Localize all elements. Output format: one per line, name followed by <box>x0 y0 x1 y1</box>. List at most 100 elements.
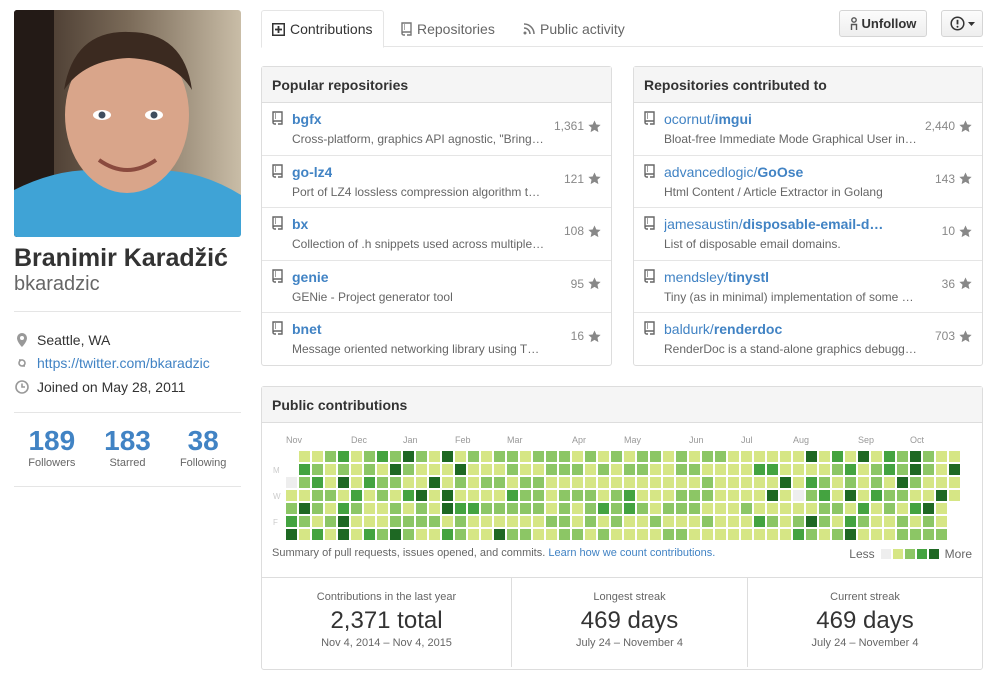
contribution-day[interactable] <box>442 477 453 488</box>
contribution-day[interactable] <box>897 490 908 501</box>
contribution-day[interactable] <box>728 503 739 514</box>
contribution-day[interactable] <box>858 529 869 540</box>
tab-public-activity[interactable]: Public activity <box>513 10 635 47</box>
contribution-day[interactable] <box>754 464 765 475</box>
contribution-day[interactable] <box>364 464 375 475</box>
contribution-day[interactable] <box>494 529 505 540</box>
contribution-day[interactable] <box>741 516 752 527</box>
contribution-day[interactable] <box>845 503 856 514</box>
contribution-day[interactable] <box>676 464 687 475</box>
contribution-day[interactable] <box>364 529 375 540</box>
contribution-day[interactable] <box>455 529 466 540</box>
contribution-day[interactable] <box>572 503 583 514</box>
contribution-day[interactable] <box>871 503 882 514</box>
contribution-day[interactable] <box>832 490 843 501</box>
contribution-day[interactable] <box>910 529 921 540</box>
contribution-day[interactable] <box>364 503 375 514</box>
contribution-day[interactable] <box>416 529 427 540</box>
contribution-day[interactable] <box>416 516 427 527</box>
contribution-day[interactable] <box>429 464 440 475</box>
contribution-day[interactable] <box>416 490 427 501</box>
contribution-day[interactable] <box>728 464 739 475</box>
contribution-day[interactable] <box>663 477 674 488</box>
contribution-day[interactable] <box>728 490 739 501</box>
contribution-day[interactable] <box>429 529 440 540</box>
contribution-day[interactable] <box>312 451 323 462</box>
contribution-day[interactable] <box>390 490 401 501</box>
contribution-day[interactable] <box>767 451 778 462</box>
contribution-day[interactable] <box>858 477 869 488</box>
contribution-day[interactable] <box>533 477 544 488</box>
contribution-day[interactable] <box>533 529 544 540</box>
contribution-day[interactable] <box>767 516 778 527</box>
contribution-day[interactable] <box>806 464 817 475</box>
contribution-day[interactable] <box>949 477 960 488</box>
contribution-day[interactable] <box>520 503 531 514</box>
contribution-day[interactable] <box>936 516 947 527</box>
contribution-day[interactable] <box>676 451 687 462</box>
contribution-day[interactable] <box>910 464 921 475</box>
following-stat[interactable]: 38 Following <box>165 425 241 469</box>
contribution-day[interactable] <box>312 516 323 527</box>
contribution-day[interactable] <box>377 477 388 488</box>
repo-name-link[interactable]: bx <box>292 216 308 232</box>
contribution-day[interactable] <box>702 451 713 462</box>
contribution-day[interactable] <box>312 490 323 501</box>
contribution-day[interactable] <box>468 451 479 462</box>
repo-name-link[interactable]: jamesaustin/disposable-email-d… <box>664 216 883 232</box>
contribution-day[interactable] <box>650 477 661 488</box>
contribution-day[interactable] <box>637 503 648 514</box>
contribution-day[interactable] <box>598 477 609 488</box>
contribution-day[interactable] <box>429 503 440 514</box>
contribution-day[interactable] <box>897 516 908 527</box>
contribution-day[interactable] <box>416 451 427 462</box>
contribution-day[interactable] <box>806 477 817 488</box>
contribution-day[interactable] <box>624 516 635 527</box>
contribution-day[interactable] <box>884 529 895 540</box>
contribution-day[interactable] <box>546 490 557 501</box>
contribution-day[interactable] <box>598 451 609 462</box>
contribution-day[interactable] <box>299 451 310 462</box>
contribution-day[interactable] <box>377 490 388 501</box>
contribution-day[interactable] <box>689 477 700 488</box>
contribution-day[interactable] <box>546 503 557 514</box>
contribution-day[interactable] <box>754 516 765 527</box>
contribution-day[interactable] <box>481 464 492 475</box>
contribution-day[interactable] <box>689 490 700 501</box>
contribution-day[interactable] <box>559 477 570 488</box>
contribution-day[interactable] <box>377 516 388 527</box>
contribution-day[interactable] <box>715 490 726 501</box>
contribution-day[interactable] <box>442 451 453 462</box>
contribution-day[interactable] <box>832 503 843 514</box>
report-dropdown-button[interactable] <box>941 10 983 37</box>
contribution-day[interactable] <box>507 516 518 527</box>
repo-name-link[interactable]: bgfx <box>292 111 322 127</box>
contribution-day[interactable] <box>520 529 531 540</box>
contribution-day[interactable] <box>559 451 570 462</box>
contribution-day[interactable] <box>676 490 687 501</box>
website-link[interactable]: https://twitter.com/bkaradzic <box>37 355 210 371</box>
contribution-day[interactable] <box>754 477 765 488</box>
contribution-day[interactable] <box>351 490 362 501</box>
contribution-day[interactable] <box>468 503 479 514</box>
repo-row[interactable]: bgfx Cross-platform, graphics API agnost… <box>262 103 611 156</box>
contribution-day[interactable] <box>819 529 830 540</box>
contribution-day[interactable] <box>884 451 895 462</box>
contribution-day[interactable] <box>325 490 336 501</box>
repo-name-link[interactable]: ocornut/imgui <box>664 111 752 127</box>
contribution-day[interactable] <box>676 516 687 527</box>
contribution-day[interactable] <box>390 477 401 488</box>
contribution-day[interactable] <box>429 451 440 462</box>
contribution-day[interactable] <box>338 516 349 527</box>
contribution-day[interactable] <box>585 529 596 540</box>
contribution-day[interactable] <box>598 503 609 514</box>
contribution-day[interactable] <box>663 490 674 501</box>
contribution-day[interactable] <box>325 477 336 488</box>
contribution-day[interactable] <box>936 477 947 488</box>
contribution-day[interactable] <box>845 490 856 501</box>
contribution-day[interactable] <box>403 490 414 501</box>
contribution-day[interactable] <box>702 529 713 540</box>
repo-name-link[interactable]: mendsley/tinystl <box>664 269 769 285</box>
contribution-day[interactable] <box>858 516 869 527</box>
repo-row[interactable]: advancedlogic/GoOse Html Content / Artic… <box>634 156 982 209</box>
